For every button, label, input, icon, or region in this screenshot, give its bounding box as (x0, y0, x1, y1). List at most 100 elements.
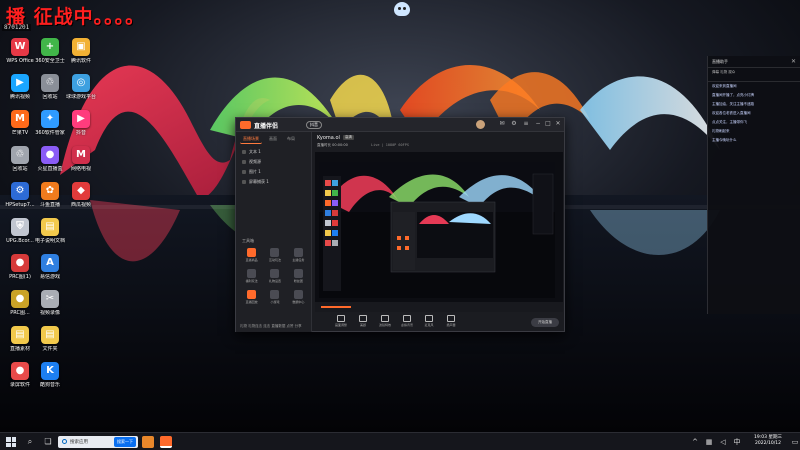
toolbar-button[interactable]: 扬声器 (443, 315, 459, 327)
tab-scene[interactable]: 直播场景 (240, 135, 262, 144)
tool-item[interactable]: 粉丝团 (287, 269, 310, 283)
preview-controls (315, 302, 563, 312)
eye-icon[interactable] (242, 180, 246, 184)
live-streaming-app-window[interactable]: 直播伴侣 抖音 ✉ ⚙ ≡ − □ ✕ 直播场景 画面 布局 文本 1 视频源 … (235, 117, 565, 332)
tool-label: 礼物设置 (268, 279, 281, 283)
tool-label: 数据中心 (292, 300, 305, 304)
background-icon (403, 315, 411, 322)
stream-toolbar: 画面调整 美颜 滤镜特效 虚拟背景 麦克风 扬声器 (333, 315, 459, 327)
toolbar-button[interactable]: 麦克风 (421, 315, 437, 327)
preview-area: Kyoma.ol 高清 直播时长 00:00:00 Live | 1080P 6… (313, 132, 565, 332)
network-icon[interactable]: ▦ (704, 437, 714, 447)
eye-icon[interactable] (242, 160, 246, 164)
app-icon: ♲ (11, 146, 29, 164)
minimize-icon[interactable]: − (534, 120, 542, 128)
tool-item[interactable]: 主播任务 (287, 248, 310, 262)
app-taskbar-icon[interactable] (142, 436, 154, 448)
windows-start-icon[interactable] (6, 437, 16, 447)
tool-item[interactable]: 福利玩法 (240, 269, 263, 283)
task-view-icon[interactable]: ❏ (42, 436, 54, 448)
live-app-taskbar-icon[interactable] (160, 436, 172, 448)
toolbar-button[interactable]: 滤镜特效 (377, 315, 393, 327)
desktop-icon[interactable]: ▤ 文件夹 (32, 326, 68, 364)
tool-label: 直播商品 (245, 258, 258, 262)
tab-layout[interactable]: 布局 (284, 135, 298, 144)
toolbar-button[interactable]: 虚拟背景 (399, 315, 415, 327)
scene-label: 屏幕捕获 1 (249, 179, 269, 184)
close-icon[interactable]: ✕ (554, 120, 562, 128)
tool-item[interactable]: 直播商品 (240, 248, 263, 262)
tool-icon (247, 290, 257, 299)
mail-icon[interactable]: ✉ (498, 120, 506, 128)
desktop-icon-label: 网络电视 (70, 166, 91, 172)
chat-message: 点点关注，主播带你飞 (712, 120, 747, 124)
app-icon: ● (11, 362, 29, 380)
desktop-icon[interactable]: ▣ 腾讯软件 (63, 38, 99, 76)
desktop-icon[interactable]: ◎ 球球游戏平台 (63, 74, 99, 112)
mascot-icon[interactable] (394, 2, 410, 16)
chat-header: 直播助手 ✕ (708, 56, 800, 68)
toolbar-label: 美颜 (359, 323, 366, 327)
app-icon: ⚙ (11, 182, 29, 200)
tool-icon (270, 290, 280, 299)
app-icon: M (72, 146, 90, 164)
start-live-button[interactable]: 开始直播 (531, 318, 559, 327)
filter-icon (381, 315, 389, 322)
desktop-icon[interactable]: K 酷狗音乐 (32, 362, 68, 400)
progress-bar[interactable] (321, 306, 351, 308)
app-titlebar: 直播伴侣 抖音 ✉ ⚙ ≡ − □ ✕ (236, 118, 564, 132)
chevron-up-icon[interactable]: ^ (690, 437, 700, 447)
taskbar-search[interactable]: 搜索应用 搜索一下 (58, 436, 138, 448)
desktop-icon[interactable]: M 网络电视 (63, 146, 99, 184)
app-icon: W (11, 38, 29, 56)
close-icon[interactable]: ✕ (791, 58, 796, 65)
eye-icon[interactable] (242, 170, 246, 174)
tool-icon (270, 248, 280, 257)
desktop-icon[interactable]: ✂ 视频录像 (32, 290, 68, 328)
speaker-icon (447, 315, 455, 322)
volume-icon[interactable]: ◁ (718, 437, 728, 447)
toolbar-label: 麦克风 (424, 323, 434, 327)
desktop-icon[interactable]: ◆ 西瓜视频 (63, 182, 99, 220)
desktop-icon-label: 电子说明文档 (34, 238, 65, 244)
scene-item[interactable]: 图片 1 (236, 167, 311, 177)
settings-icon[interactable]: ⚙ (510, 120, 518, 128)
scene-item[interactable]: 文本 1 (236, 147, 311, 157)
search-icon[interactable]: ⌕ (24, 436, 36, 448)
search-button[interactable]: 搜索一下 (114, 437, 136, 447)
tool-item[interactable]: 小游戏 (263, 290, 286, 304)
notification-icon[interactable]: ▭ (790, 437, 800, 447)
clock-date: 2022/10/12 (755, 441, 781, 446)
platform-badge[interactable]: 抖音 (306, 121, 322, 129)
scene-footer: 礼物 礼物连击 连击 直播数据 点赞 分享 (240, 324, 302, 328)
tool-label: 主播任务 (292, 258, 305, 262)
tool-label: 直播回放 (245, 300, 258, 304)
tool-item[interactable]: 直播回放 (240, 290, 263, 304)
app-icon: ♲ (41, 74, 59, 92)
chat-panel[interactable]: 直播助手 ✕ 弹幕 礼物 观众 欢迎来到直播间 直播间开播了，点亮小灯牌 主播加… (707, 56, 800, 314)
tool-icon (293, 248, 303, 257)
tool-item[interactable]: 数据中心 (287, 290, 310, 304)
tool-item[interactable]: 互动玩法 (263, 248, 286, 262)
stream-info: Live | 1080P 60FPS (371, 143, 409, 147)
scene-item[interactable]: 视频源 (236, 157, 311, 167)
desktop-icon[interactable]: A 易信游戏 (32, 254, 68, 292)
tab-canvas[interactable]: 画面 (266, 135, 280, 144)
app-icon: ◎ (72, 74, 90, 92)
scene-item[interactable]: 屏幕捕获 1 (236, 177, 311, 187)
toolbar-button[interactable]: 美颜 (355, 315, 371, 327)
menu-icon[interactable]: ≡ (522, 120, 530, 128)
input-method-icon[interactable]: 中 (732, 437, 742, 447)
user-avatar[interactable] (476, 120, 485, 129)
live-preview[interactable] (315, 152, 563, 302)
search-input[interactable]: 搜索应用 (70, 439, 88, 445)
maximize-icon[interactable]: □ (544, 120, 552, 128)
desktop-icon[interactable]: ▤ 电子说明文档 (32, 218, 68, 256)
toolbar-button[interactable]: 画面调整 (333, 315, 349, 327)
chat-message: 主播今晚玩什么 (712, 138, 737, 142)
system-clock[interactable]: 19:03 星期三 2022/10/12 (748, 435, 788, 447)
app-icon: ● (11, 290, 29, 308)
tool-item[interactable]: 礼物设置 (263, 269, 286, 283)
eye-icon[interactable] (242, 150, 246, 154)
desktop-icon[interactable]: ▶ 抖音 (63, 110, 99, 148)
